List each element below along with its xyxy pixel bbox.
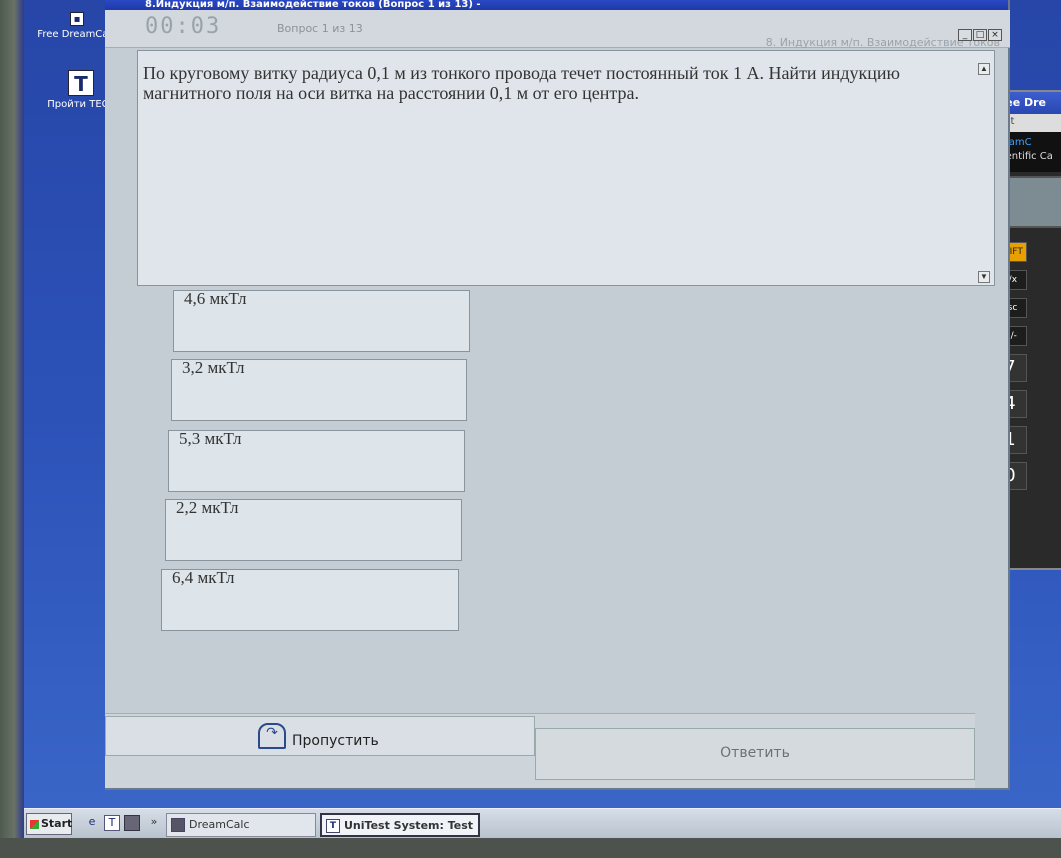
window-controls: _ □ × — [957, 22, 1002, 41]
unitest-icon: T — [68, 70, 94, 96]
answer-label: 5,3 мкТл — [179, 429, 242, 448]
maximize-icon[interactable]: □ — [973, 29, 987, 41]
monitor-bezel — [0, 0, 24, 858]
window-title: 8.Индукция м/п. Взаимодействие токов (Во… — [105, 0, 1008, 10]
answer-label: 3,2 мкТл — [182, 358, 245, 377]
close-icon[interactable]: × — [988, 29, 1002, 41]
unitest-icon: T — [326, 819, 340, 833]
answer-label: 6,4 мкТл — [172, 568, 235, 587]
answer-label: 2,2 мкТл — [176, 498, 239, 517]
calculator-icon: ▪ — [70, 12, 84, 26]
calculator-quicklaunch-icon[interactable] — [124, 815, 140, 831]
chevron-right-icon[interactable]: » — [146, 815, 162, 831]
answer-option[interactable]: 4,6 мкТл — [173, 289, 470, 352]
test-header: 00:03 Вопрос 1 из 13 8. Индукция м/п. Вз… — [105, 10, 1010, 49]
taskbar-item-label: UniTest System: Test — [344, 819, 474, 832]
monitor-bezel-bottom — [0, 838, 1061, 858]
answer-option[interactable]: 6,4 мкТл — [161, 568, 459, 631]
unitest-quicklaunch-icon[interactable]: T — [104, 815, 120, 831]
question-counter: Вопрос 1 из 13 — [277, 22, 363, 35]
start-button[interactable]: Start — [26, 813, 72, 835]
question-text: По круговому витку радиуса 0,1 м из тонк… — [143, 63, 900, 103]
scroll-up-icon[interactable]: ▲ — [978, 63, 990, 75]
minimize-icon[interactable]: _ — [958, 29, 972, 41]
test-window: 8.Индукция м/п. Взаимодействие токов (Во… — [105, 0, 1010, 790]
skip-arrow-icon: ↷ — [258, 723, 286, 749]
calculator-icon — [171, 818, 185, 832]
taskbar-item-unitest[interactable]: T UniTest System: Test — [320, 813, 480, 837]
taskbar-item-label: DreamCalc — [189, 818, 250, 831]
answer-button[interactable]: Ответить — [535, 728, 975, 780]
timer: 00:03 — [145, 14, 222, 39]
scroll-down-icon[interactable]: ▼ — [978, 271, 990, 283]
answer-option[interactable]: 2,2 мкТл — [165, 498, 462, 561]
question-text-area[interactable]: По круговому витку радиуса 0,1 м из тонк… — [137, 50, 995, 286]
answer-option[interactable]: 3,2 мкТл — [171, 358, 467, 421]
action-bar: ↷ Пропустить Ответить — [105, 713, 975, 788]
skip-button[interactable]: ↷ Пропустить — [105, 716, 535, 756]
taskbar: Start e T » DreamCalc T UniTest System: … — [24, 808, 1061, 838]
answer-label: 4,6 мкТл — [184, 289, 247, 308]
taskbar-item-dreamcalc[interactable]: DreamCalc — [166, 813, 316, 837]
ie-icon[interactable]: e — [84, 815, 100, 831]
answer-option[interactable]: 5,3 мкТл — [168, 429, 465, 492]
skip-label: Пропустить — [292, 733, 379, 749]
